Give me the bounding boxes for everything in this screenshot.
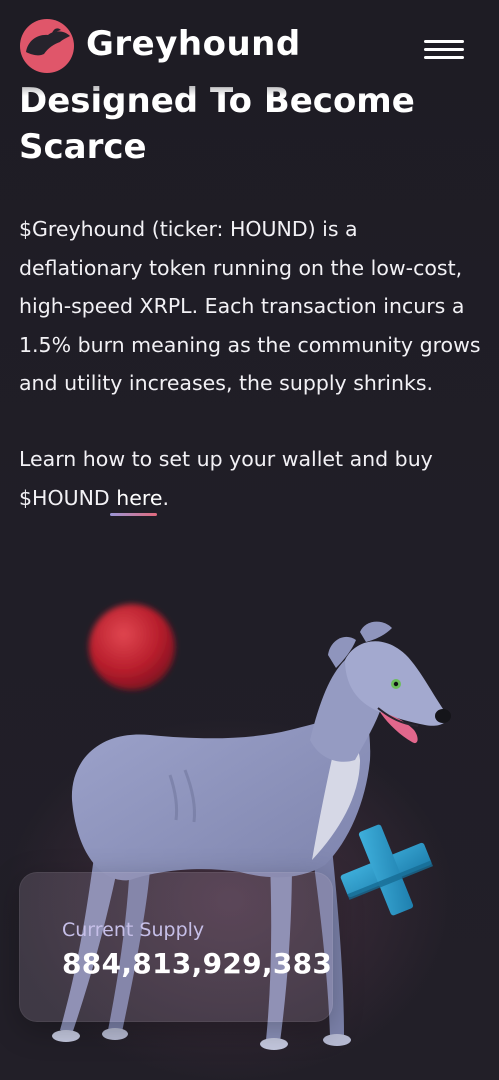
hamburger-menu-icon[interactable] bbox=[424, 38, 466, 62]
learn-here-link[interactable]: here bbox=[116, 486, 162, 510]
menu-bar bbox=[424, 48, 464, 51]
supply-label: Current Supply bbox=[62, 919, 205, 941]
learn-end: . bbox=[162, 485, 169, 510]
menu-bar bbox=[424, 56, 464, 59]
learn-paragraph: Learn how to set up your wallet and buy … bbox=[19, 440, 485, 517]
greyhound-logo-icon[interactable] bbox=[18, 18, 76, 74]
supply-card: Current Supply 884,813,929,383 bbox=[19, 872, 333, 1022]
learn-text: Learn how to set up your wallet and buy … bbox=[19, 447, 433, 510]
supply-value: 884,813,929,383 bbox=[62, 947, 333, 980]
description-paragraph: $Greyhound (ticker: HOUND) is a deflatio… bbox=[19, 217, 481, 395]
page: Greyhound Designed To Become Scarce $Gre… bbox=[0, 0, 499, 1080]
menu-bar bbox=[424, 40, 464, 43]
red-ball bbox=[89, 604, 175, 690]
dog-nose bbox=[435, 709, 451, 723]
brand-name[interactable]: Greyhound bbox=[86, 24, 301, 64]
site-header: Greyhound bbox=[0, 0, 499, 96]
heading-line-2: Scarce bbox=[19, 127, 147, 167]
link-underline bbox=[110, 513, 157, 516]
